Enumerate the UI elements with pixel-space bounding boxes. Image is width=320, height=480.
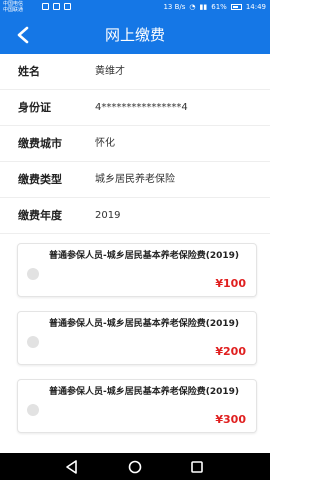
field-value: 4****************4 [95, 102, 188, 113]
status-bar: 中国电信 中国联通 13 B/s ◔ ▮▮ 61% 14:49 [0, 0, 270, 16]
notification-icons [42, 3, 71, 10]
fee-option-card[interactable]: 普通参保人员-城乡居民基本养老保险费(2019) ¥100 [17, 243, 257, 297]
battery-percent: 61% [211, 3, 227, 11]
field-label: 身份证 [18, 101, 51, 114]
network-speed: 13 B/s [163, 3, 186, 11]
system-nav-bar [0, 453, 270, 480]
field-label: 缴费城市 [18, 137, 62, 150]
field-value: 黄维才 [95, 66, 125, 77]
field-name: 姓名 黄维才 [0, 54, 270, 90]
field-label: 缴费类型 [18, 173, 62, 186]
battery-icon [230, 4, 242, 10]
notification-icon [64, 3, 71, 10]
field-value: 2019 [95, 210, 121, 221]
home-circle-icon[interactable] [127, 459, 143, 475]
fee-option-name: 普通参保人员-城乡居民基本养老保险费(2019) [49, 387, 240, 397]
carrier-label: 中国电信 中国联通 [3, 1, 24, 13]
notification-icon [42, 3, 49, 10]
clock: 14:49 [245, 3, 266, 11]
fee-option-name: 普通参保人员-城乡居民基本养老保险费(2019) [49, 251, 240, 261]
field-year: 缴费年度 2019 [0, 198, 270, 234]
field-value: 怀化 [95, 138, 115, 149]
field-value: 城乡居民养老保险 [95, 174, 175, 185]
fee-option-price: ¥100 [215, 277, 246, 290]
wifi-icon: ◔ [189, 3, 196, 11]
fee-option-price: ¥200 [215, 345, 246, 358]
recents-square-icon[interactable] [189, 459, 205, 475]
signal-icon: ▮▮ [199, 3, 208, 11]
fee-option-card[interactable]: 普通参保人员-城乡居民基本养老保险费(2019) ¥200 [17, 311, 257, 365]
app-bar: 网上缴费 [0, 16, 270, 54]
field-label: 姓名 [18, 65, 40, 78]
field-label: 缴费年度 [18, 209, 62, 222]
radio-button[interactable] [27, 336, 39, 348]
notification-icon [53, 3, 60, 10]
radio-button[interactable] [27, 268, 39, 280]
field-id-card: 身份证 4****************4 [0, 90, 270, 126]
field-city: 缴费城市 怀化 [0, 126, 270, 162]
radio-button[interactable] [27, 404, 39, 416]
status-right: 13 B/s ◔ ▮▮ 61% 14:49 [163, 3, 266, 11]
page-title: 网上缴费 [104, 26, 165, 44]
fee-option-price: ¥300 [215, 413, 246, 426]
fee-option-name: 普通参保人员-城乡居民基本养老保险费(2019) [49, 319, 240, 329]
field-type: 缴费类型 城乡居民养老保险 [0, 162, 270, 198]
back-triangle-icon[interactable] [64, 459, 80, 475]
fee-option-card[interactable]: 普通参保人员-城乡居民基本养老保险费(2019) ¥300 [17, 379, 257, 433]
